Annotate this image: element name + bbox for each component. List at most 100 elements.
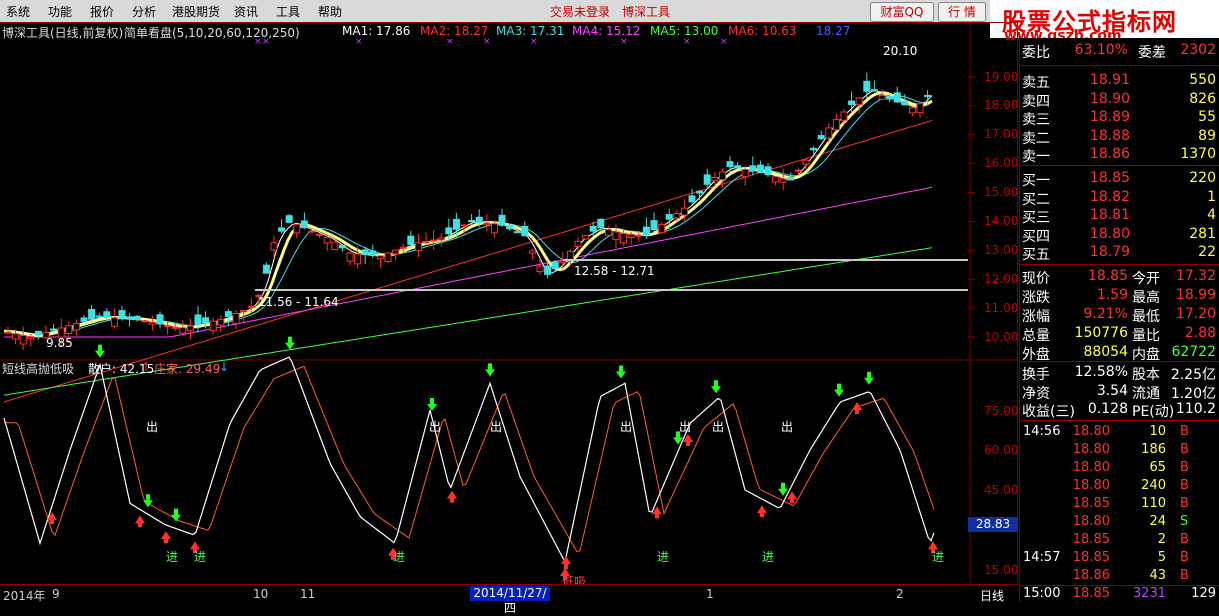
price-tick: 13.00 <box>984 243 1019 257</box>
time-axis[interactable]: 2014年 9 10 11 1 2 2014/11/27/四 <box>0 584 1018 615</box>
out-label: 出 <box>429 420 442 434</box>
bid-price: 18.85 <box>1089 170 1130 186</box>
tick-side: B <box>1180 550 1189 565</box>
candlestick <box>430 239 438 242</box>
buy-arrow-icon <box>757 505 767 518</box>
marker-icon: × <box>683 37 691 47</box>
fundamental-value: 3.54 <box>1096 382 1128 399</box>
range-annotation-lower: 11.56 - 11.64 <box>258 295 339 309</box>
bid-row: 买一 18.85 220 <box>1020 170 1219 189</box>
candlestick <box>95 315 103 318</box>
menu-analysis[interactable]: 分析 <box>132 3 156 20</box>
candlestick <box>848 100 856 106</box>
candlestick <box>810 147 818 151</box>
high-annotation: 20.10 <box>883 44 918 58</box>
fundamental-value: 0.128 <box>1087 401 1128 418</box>
sell-arrow-icon <box>711 380 721 394</box>
candlestick <box>270 242 278 251</box>
dealer-line <box>4 365 935 553</box>
candlestick <box>772 176 780 183</box>
candlestick <box>825 127 833 139</box>
ask-price: 18.90 <box>1089 90 1130 107</box>
stat-row: 总量 150776 量比 2.88 <box>1020 325 1219 344</box>
candlestick <box>293 223 301 234</box>
order-diff-value: 2302 <box>1180 42 1216 58</box>
ma3-label: MA3: 17.31 <box>496 24 565 38</box>
bid-price: 18.82 <box>1089 188 1130 205</box>
menu-hk-futures[interactable]: 港股期货 <box>172 3 220 20</box>
tick-side: B <box>1180 496 1189 511</box>
candlestick <box>468 219 476 223</box>
ma1-line <box>3 90 933 337</box>
fundamental-value: 12.58% <box>1074 364 1128 380</box>
menu-help[interactable]: 帮助 <box>318 3 342 20</box>
stat-value: 2.88 <box>1184 325 1216 341</box>
tick-side: B <box>1180 568 1189 583</box>
price-tick: 19.00 <box>984 70 1019 84</box>
candlestick <box>726 161 734 168</box>
tick-price: 18.85 <box>1072 532 1110 547</box>
stat-label: 涨跌 <box>1022 290 1050 306</box>
fundamental-value: 1.20亿 <box>1170 385 1216 402</box>
quote-button[interactable]: 行 情 <box>938 2 986 22</box>
candlestick <box>27 336 35 340</box>
candlestick <box>354 253 362 265</box>
candlestick <box>361 249 369 256</box>
candlestick <box>528 250 536 254</box>
candlestick <box>483 222 491 225</box>
oscillator-name[interactable]: 短线高抛低吸 <box>2 360 74 377</box>
menu-tools[interactable]: 工具 <box>276 3 300 20</box>
menu-news[interactable]: 资讯 <box>234 3 258 20</box>
tick-side: B <box>1180 478 1189 493</box>
period-label[interactable]: 日线 <box>980 587 1004 604</box>
ask-volume: 89 <box>1198 127 1216 144</box>
tick-side: B <box>1180 460 1189 475</box>
tick-volume: 110 <box>1141 496 1166 511</box>
candlestick <box>688 195 696 203</box>
out-label: 出 <box>490 420 503 434</box>
buy-arrow-icon <box>47 512 57 524</box>
sell-arrow-icon <box>864 371 874 385</box>
candlestick <box>118 310 126 319</box>
candlestick <box>635 234 643 237</box>
marker-icon: × <box>720 37 728 47</box>
menu-quote[interactable]: 报价 <box>90 3 114 20</box>
ask-label: 卖三 <box>1022 112 1050 129</box>
candlestick <box>103 311 111 318</box>
menu-system[interactable]: 系统 <box>6 3 30 20</box>
kline-chart[interactable]: × × × × × × × × × <box>0 22 1018 584</box>
candlestick <box>376 255 384 260</box>
ask-price: 18.91 <box>1089 72 1130 88</box>
buy-arrow-icon <box>852 401 862 414</box>
candlestick <box>627 233 635 238</box>
candlestick <box>414 242 422 252</box>
menu-function[interactable]: 功能 <box>48 3 72 20</box>
candlestick <box>437 237 445 241</box>
candlestick <box>4 331 12 334</box>
tick-price: 18.85 <box>1072 550 1110 565</box>
wealth-qq-button[interactable]: 财富QQ <box>870 2 934 22</box>
sell-arrow-icon <box>171 508 181 522</box>
fundamental-row: 换手 12.58% 股本 2.25亿 <box>1020 364 1219 383</box>
buy-arrow-icon <box>447 490 457 503</box>
order-ratio-value: 63.10% <box>1074 42 1128 58</box>
tick-side: 129 <box>1191 586 1216 601</box>
indicator-name[interactable]: 简单看盘(5,10,20,60,120,250) <box>124 24 300 41</box>
candlestick <box>756 164 764 173</box>
candlestick <box>316 233 324 236</box>
login-status[interactable]: 交易未登录 <box>550 3 610 20</box>
buy-arrow-icon <box>135 515 145 528</box>
in-label: 进 <box>166 550 179 564</box>
ma4-label: MA4: 15.12 <box>572 24 641 38</box>
out-label: 出 <box>712 420 725 434</box>
tick-price: 18.85 <box>1072 496 1110 511</box>
fundamental-value: 2.25亿 <box>1170 367 1216 383</box>
bid-price: 18.79 <box>1089 244 1130 261</box>
bid-volume: 4 <box>1207 207 1216 224</box>
ask-volume: 550 <box>1189 72 1216 88</box>
trade-tick-row: 18.86 43 B <box>1020 568 1219 586</box>
stat-row: 涨跌 1.59 最高 18.99 <box>1020 287 1219 306</box>
panel-divider <box>1020 165 1219 166</box>
order-ratio-label: 委比 <box>1022 45 1050 61</box>
app-link[interactable]: 博深工具 <box>622 3 670 20</box>
